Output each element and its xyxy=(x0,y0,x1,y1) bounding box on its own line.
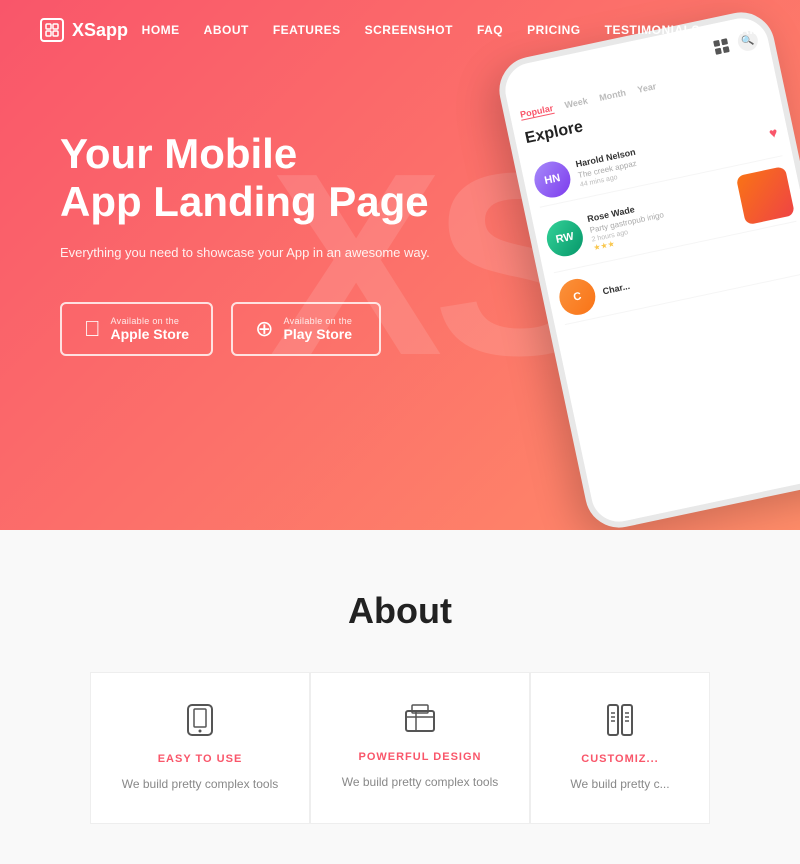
play-store-name: Play Store xyxy=(284,326,353,342)
apple-store-button[interactable]:  Available on the Apple Store xyxy=(60,302,213,356)
android-icon: ⊕ xyxy=(255,316,273,342)
nav-team[interactable]: TEAM xyxy=(724,23,760,37)
nav-features[interactable]: FEATURES xyxy=(273,23,341,37)
card-desc-customize: We build pretty c... xyxy=(555,775,685,793)
about-card-design: POWERFUL DESIGN We build pretty complex … xyxy=(310,672,530,824)
apple-store-label: Available on the xyxy=(111,316,190,326)
about-section: About EASY TO USE We build pretty comple… xyxy=(0,530,800,864)
card-title-customize: CUSTOMIZ... xyxy=(555,753,685,765)
design-icon xyxy=(335,703,505,735)
about-cards: EASY TO USE We build pretty complex tool… xyxy=(40,672,760,824)
card-image-2 xyxy=(736,166,795,225)
mobile-icon xyxy=(115,703,285,737)
avatar-3: C xyxy=(556,276,599,319)
play-store-button[interactable]: ⊕ Available on the Play Store xyxy=(231,302,381,356)
tab-week: Week xyxy=(564,96,589,112)
about-title: About xyxy=(40,590,760,632)
about-card-easy: EASY TO USE We build pretty complex tool… xyxy=(90,672,310,824)
phone-mockup: 🔍 Popular Week Month Year Explore HN Har… xyxy=(493,6,800,530)
tab-year: Year xyxy=(636,81,657,96)
hero-title: Your MobileApp Landing Page xyxy=(60,130,430,227)
tab-month: Month xyxy=(598,88,627,104)
card-info-2: Rose Wade Party gastropub inigo 2 hours … xyxy=(586,183,737,252)
nav-about[interactable]: ABOUT xyxy=(204,23,249,37)
apple-store-name: Apple Store xyxy=(111,326,190,342)
about-card-customize: CUSTOMIZ... We build pretty c... xyxy=(530,672,710,824)
play-store-text: Available on the Play Store xyxy=(284,316,353,342)
hero-buttons:  Available on the Apple Store ⊕ Availab… xyxy=(60,302,430,356)
card-title-design: POWERFUL DESIGN xyxy=(335,751,505,763)
hero-subtitle: Everything you need to showcase your App… xyxy=(60,243,430,263)
avatar-2: RW xyxy=(544,217,587,260)
nav-pricing[interactable]: PRICING xyxy=(527,23,581,37)
play-store-label: Available on the xyxy=(284,316,353,326)
phone-screen: 🔍 Popular Week Month Year Explore HN Har… xyxy=(500,13,800,526)
logo-text: XSapp xyxy=(72,20,128,41)
avatar-1: HN xyxy=(531,158,574,201)
customize-icon xyxy=(555,703,685,737)
tab-popular: Popular xyxy=(519,103,554,121)
nav-screenshot[interactable]: SCREENSHOT xyxy=(365,23,453,37)
hero-content: Your MobileApp Landing Page Everything y… xyxy=(60,130,430,356)
hero-section: XSapp HOME ABOUT FEATURES SCREENSHOT FAQ… xyxy=(0,0,800,530)
apple-icon:  xyxy=(84,316,101,342)
main-nav: HOME ABOUT FEATURES SCREENSHOT FAQ PRICI… xyxy=(142,23,760,37)
nav-faq[interactable]: FAQ xyxy=(477,23,503,37)
nav-home[interactable]: HOME xyxy=(142,23,180,37)
apple-store-text: Available on the Apple Store xyxy=(111,316,190,342)
card-title-easy: EASY TO USE xyxy=(115,753,285,765)
logo[interactable]: XSapp xyxy=(40,18,128,42)
logo-icon xyxy=(40,18,64,42)
card-desc-design: We build pretty complex tools xyxy=(335,773,505,791)
card-desc-easy: We build pretty complex tools xyxy=(115,775,285,793)
heart-icon-1: ♥ xyxy=(768,124,779,141)
site-header: XSapp HOME ABOUT FEATURES SCREENSHOT FAQ… xyxy=(0,0,800,60)
nav-testimonials[interactable]: TESTIMONIALS xyxy=(605,23,700,37)
